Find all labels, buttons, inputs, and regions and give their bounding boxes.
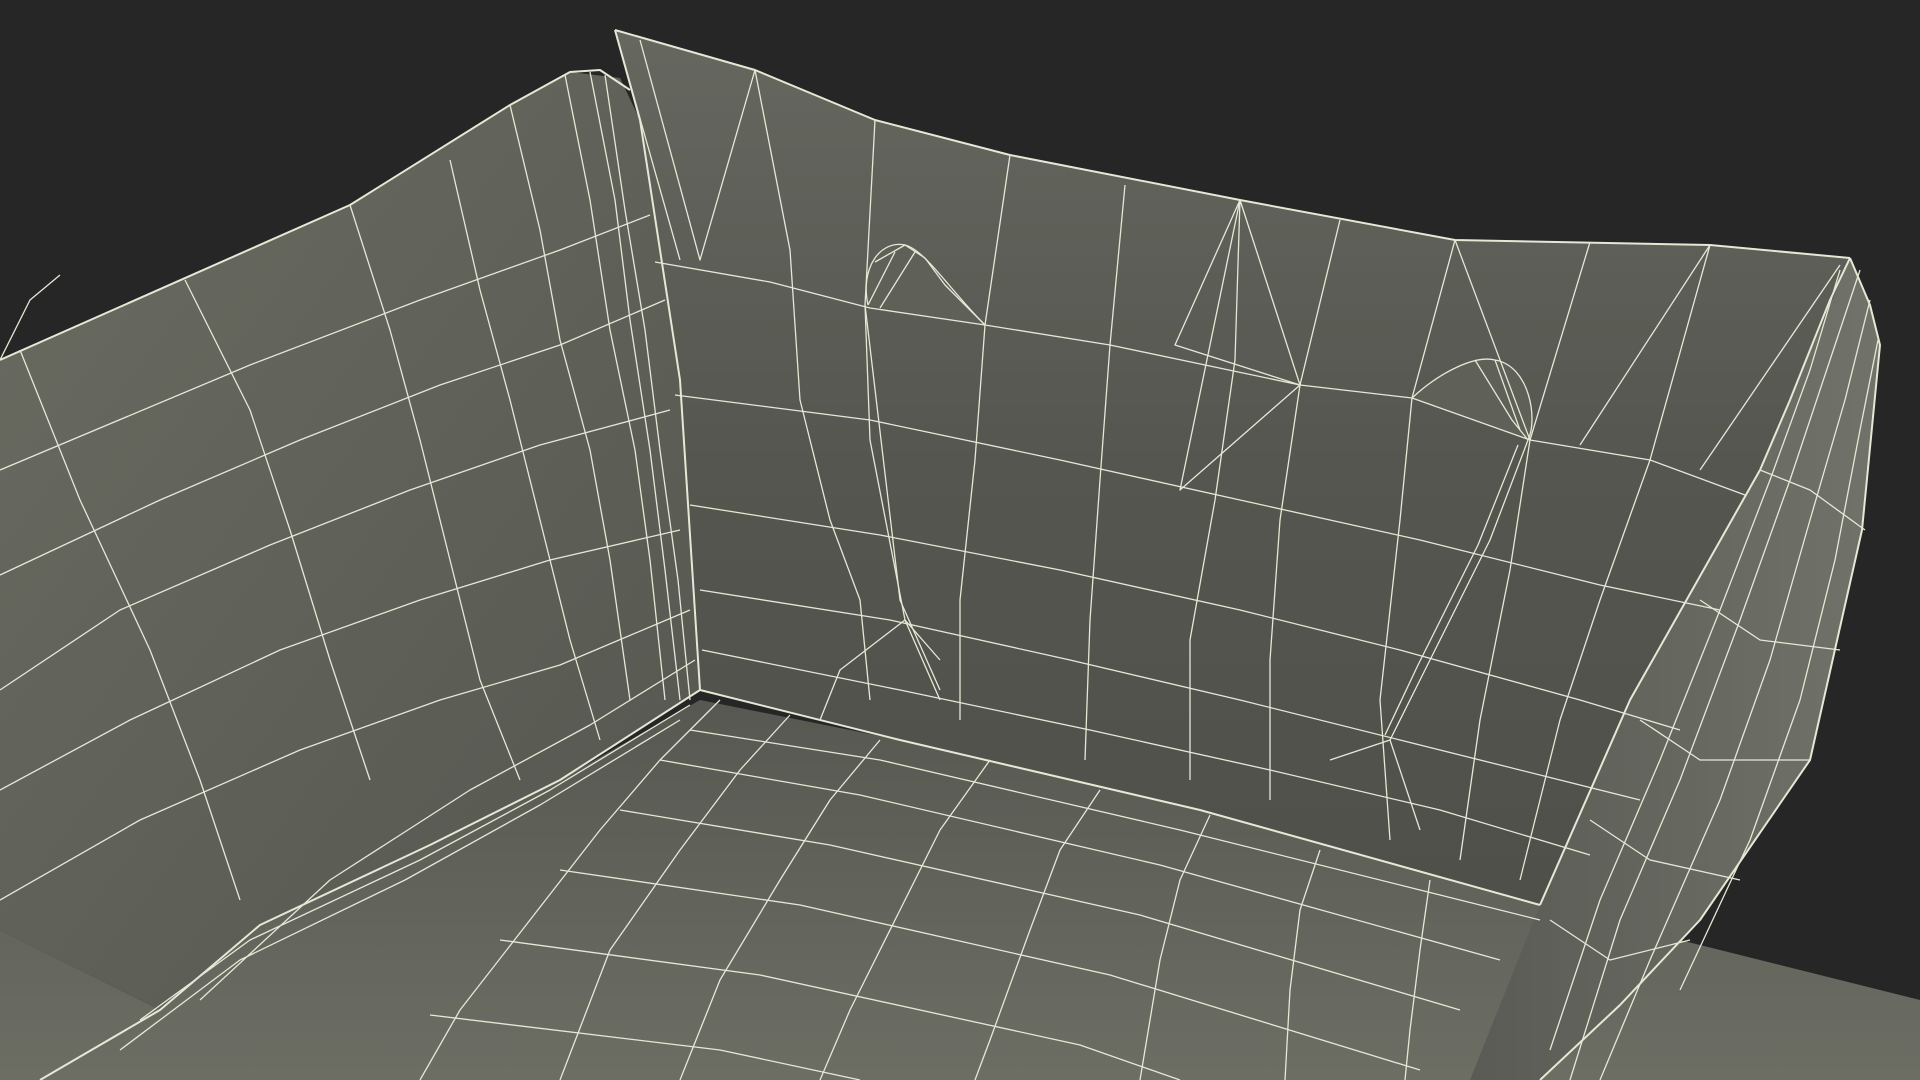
render-viewport [0,0,1920,1080]
wireframe-render [0,29,1920,1080]
